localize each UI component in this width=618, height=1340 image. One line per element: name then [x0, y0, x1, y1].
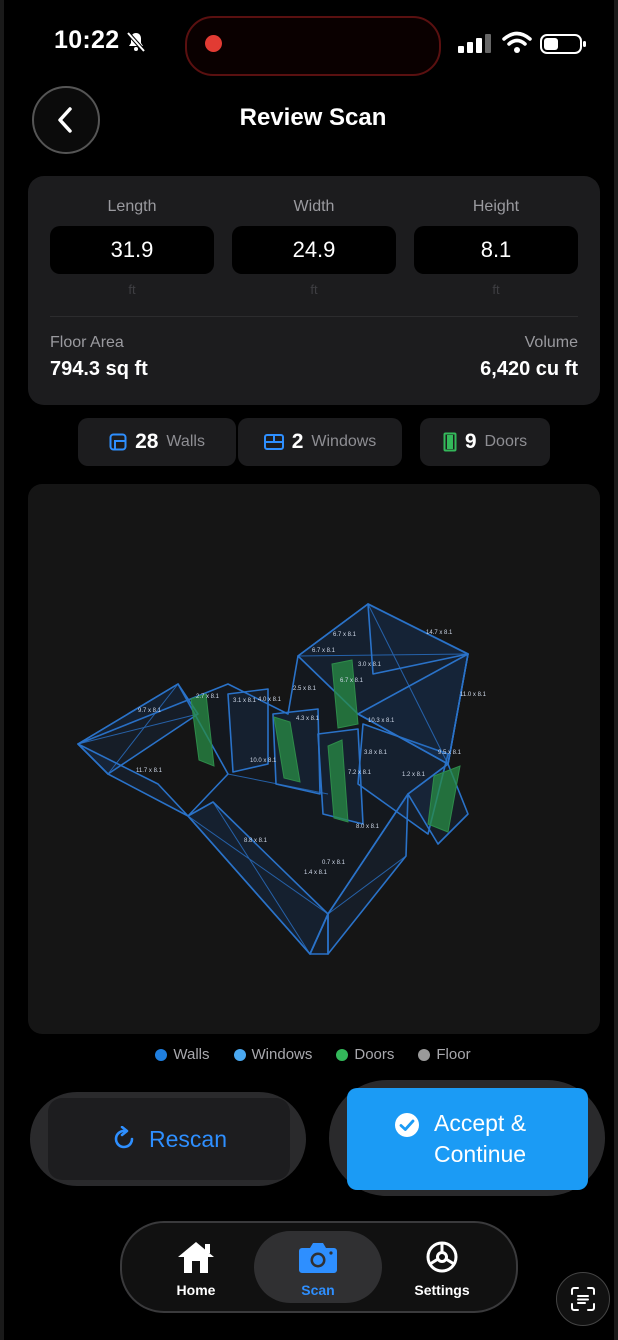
height-label: Height — [472, 198, 520, 215]
bell-muted-icon — [126, 31, 146, 53]
legend: Walls Windows Doors Floor — [4, 1046, 614, 1063]
legend-item-floor: Floor — [418, 1046, 471, 1063]
wall-icon — [109, 433, 127, 451]
floor-area-value: 794.3 sq ft — [50, 358, 148, 380]
tab-label: Home — [176, 1282, 216, 1298]
doors-dot-icon — [336, 1048, 349, 1061]
length-unit: ft — [128, 282, 136, 297]
svg-text:3.0 x 8.1: 3.0 x 8.1 — [358, 662, 382, 668]
svg-text:10.3 x 8.1: 10.3 x 8.1 — [368, 718, 395, 724]
legend-label: Doors — [354, 1046, 395, 1063]
page-title: Review Scan — [239, 104, 387, 131]
phone-screen: 10:22 Review Scan Length 31.9 ft Width 2… — [4, 0, 614, 1340]
length-value[interactable]: 31.9 — [50, 226, 214, 274]
doors-label: Doors — [484, 433, 528, 450]
walls-label: Walls — [166, 433, 205, 450]
svg-text:3.1 x 8.1: 3.1 x 8.1 — [233, 698, 257, 704]
room-3d-model: 9.7 x 8.1 11.7 x 8.1 2.7 x 8.1 3.1 x 8.1… — [77, 603, 487, 955]
dimensions-card: Length 31.9 ft Width 24.9 ft Height 8.1 … — [28, 176, 600, 405]
home-icon — [178, 1242, 214, 1273]
svg-text:2.5 x 8.1: 2.5 x 8.1 — [293, 686, 317, 692]
accept-label-line2: Continue — [434, 1141, 527, 1167]
walls-dot-icon — [155, 1048, 168, 1061]
svg-text:6.7 x 8.1: 6.7 x 8.1 — [312, 648, 336, 654]
dynamic-island — [185, 16, 441, 76]
svg-text:0.7 x 8.1: 0.7 x 8.1 — [322, 860, 346, 866]
window-icon — [263, 434, 284, 450]
svg-text:1.4 x 8.1: 1.4 x 8.1 — [304, 870, 328, 876]
length-dimension: Length 31.9 ft — [50, 198, 214, 297]
live-text-scan-button[interactable] — [556, 1272, 610, 1326]
rescan-label: Rescan — [149, 1125, 227, 1152]
tab-label: Scan — [301, 1282, 335, 1298]
tab-scan[interactable]: Scan — [254, 1231, 382, 1303]
legend-item-windows: Windows — [233, 1046, 313, 1063]
accept-label-line1: Accept & — [434, 1110, 527, 1136]
tab-settings[interactable]: Settings — [378, 1231, 506, 1303]
checkmark-circle-icon — [395, 1113, 419, 1137]
svg-text:9.7 x 8.1: 9.7 x 8.1 — [138, 708, 162, 714]
windows-dot-icon — [233, 1048, 246, 1061]
svg-text:6.7 x 8.1: 6.7 x 8.1 — [333, 632, 357, 638]
height-unit: ft — [492, 282, 500, 297]
doors-count-chip[interactable]: 9 Doors — [420, 418, 550, 466]
camera-icon — [299, 1243, 337, 1273]
windows-count: 2 — [291, 430, 304, 453]
walls-count-chip[interactable]: 28 Walls — [78, 418, 236, 466]
svg-text:2.7 x 8.1: 2.7 x 8.1 — [196, 694, 220, 700]
svg-text:4.3 x 8.1: 4.3 x 8.1 — [296, 716, 320, 722]
accept-continue-button[interactable]: Accept & Continue — [347, 1088, 588, 1190]
svg-text:14.7 x 8.1: 14.7 x 8.1 — [426, 630, 453, 636]
legend-label: Floor — [436, 1046, 471, 1063]
svg-text:8.0 x 8.1: 8.0 x 8.1 — [356, 824, 380, 830]
floor-dot-icon — [418, 1048, 431, 1061]
recording-indicator — [205, 35, 222, 52]
divider — [50, 316, 578, 317]
legend-item-walls: Walls — [155, 1046, 210, 1063]
height-value[interactable]: 8.1 — [414, 226, 578, 274]
legend-item-doors: Doors — [336, 1046, 394, 1063]
battery-icon — [540, 34, 586, 54]
svg-text:10.0 x 8.1: 10.0 x 8.1 — [250, 758, 277, 764]
svg-text:8.8 x 8.1: 8.8 x 8.1 — [244, 838, 268, 844]
svg-text:7.2 x 8.1: 7.2 x 8.1 — [348, 770, 372, 776]
status-time: 10:22 — [54, 26, 120, 54]
tab-bar: Home Scan Settings — [120, 1221, 518, 1313]
legend-label: Windows — [251, 1046, 313, 1063]
rescan-button[interactable]: Rescan — [48, 1098, 290, 1180]
refresh-icon — [114, 1126, 134, 1149]
volume-value: 6,420 cu ft — [480, 358, 578, 380]
windows-count-chip[interactable]: 2 Windows — [238, 418, 402, 466]
svg-text:1.2 x 8.1: 1.2 x 8.1 — [402, 772, 426, 778]
svg-text:4.0 x 8.1: 4.0 x 8.1 — [258, 697, 282, 703]
svg-text:11.0 x 8.1: 11.0 x 8.1 — [460, 692, 487, 698]
door-icon — [443, 432, 457, 452]
accept-label: Accept & Continue — [434, 1108, 584, 1170]
tab-home[interactable]: Home — [132, 1231, 260, 1303]
width-value[interactable]: 24.9 — [232, 226, 396, 274]
doors-count: 9 — [464, 430, 477, 453]
volume-label: Volume — [524, 334, 578, 351]
tab-label: Settings — [414, 1282, 470, 1298]
room-3d-viewer[interactable]: 9.7 x 8.1 11.7 x 8.1 2.7 x 8.1 3.1 x 8.1… — [28, 484, 600, 1034]
svg-text:6.7 x 8.1: 6.7 x 8.1 — [340, 678, 364, 684]
wifi-icon — [502, 31, 532, 53]
width-unit: ft — [310, 282, 318, 297]
svg-text:3.8 x 8.1: 3.8 x 8.1 — [364, 750, 388, 756]
walls-count: 28 — [135, 430, 159, 453]
text-scan-icon — [571, 1287, 595, 1311]
width-label: Width — [293, 198, 335, 215]
gear-icon — [426, 1241, 458, 1273]
width-dimension: Width 24.9 ft — [232, 198, 396, 297]
windows-label: Windows — [311, 433, 377, 450]
svg-text:9.5 x 8.1: 9.5 x 8.1 — [438, 750, 462, 756]
legend-label: Walls — [173, 1046, 210, 1063]
cellular-signal-icon — [458, 34, 491, 53]
height-dimension: Height 8.1 ft — [414, 198, 578, 297]
floor-area-label: Floor Area — [50, 334, 124, 351]
svg-text:11.7 x 8.1: 11.7 x 8.1 — [136, 768, 163, 774]
length-label: Length — [107, 198, 157, 215]
